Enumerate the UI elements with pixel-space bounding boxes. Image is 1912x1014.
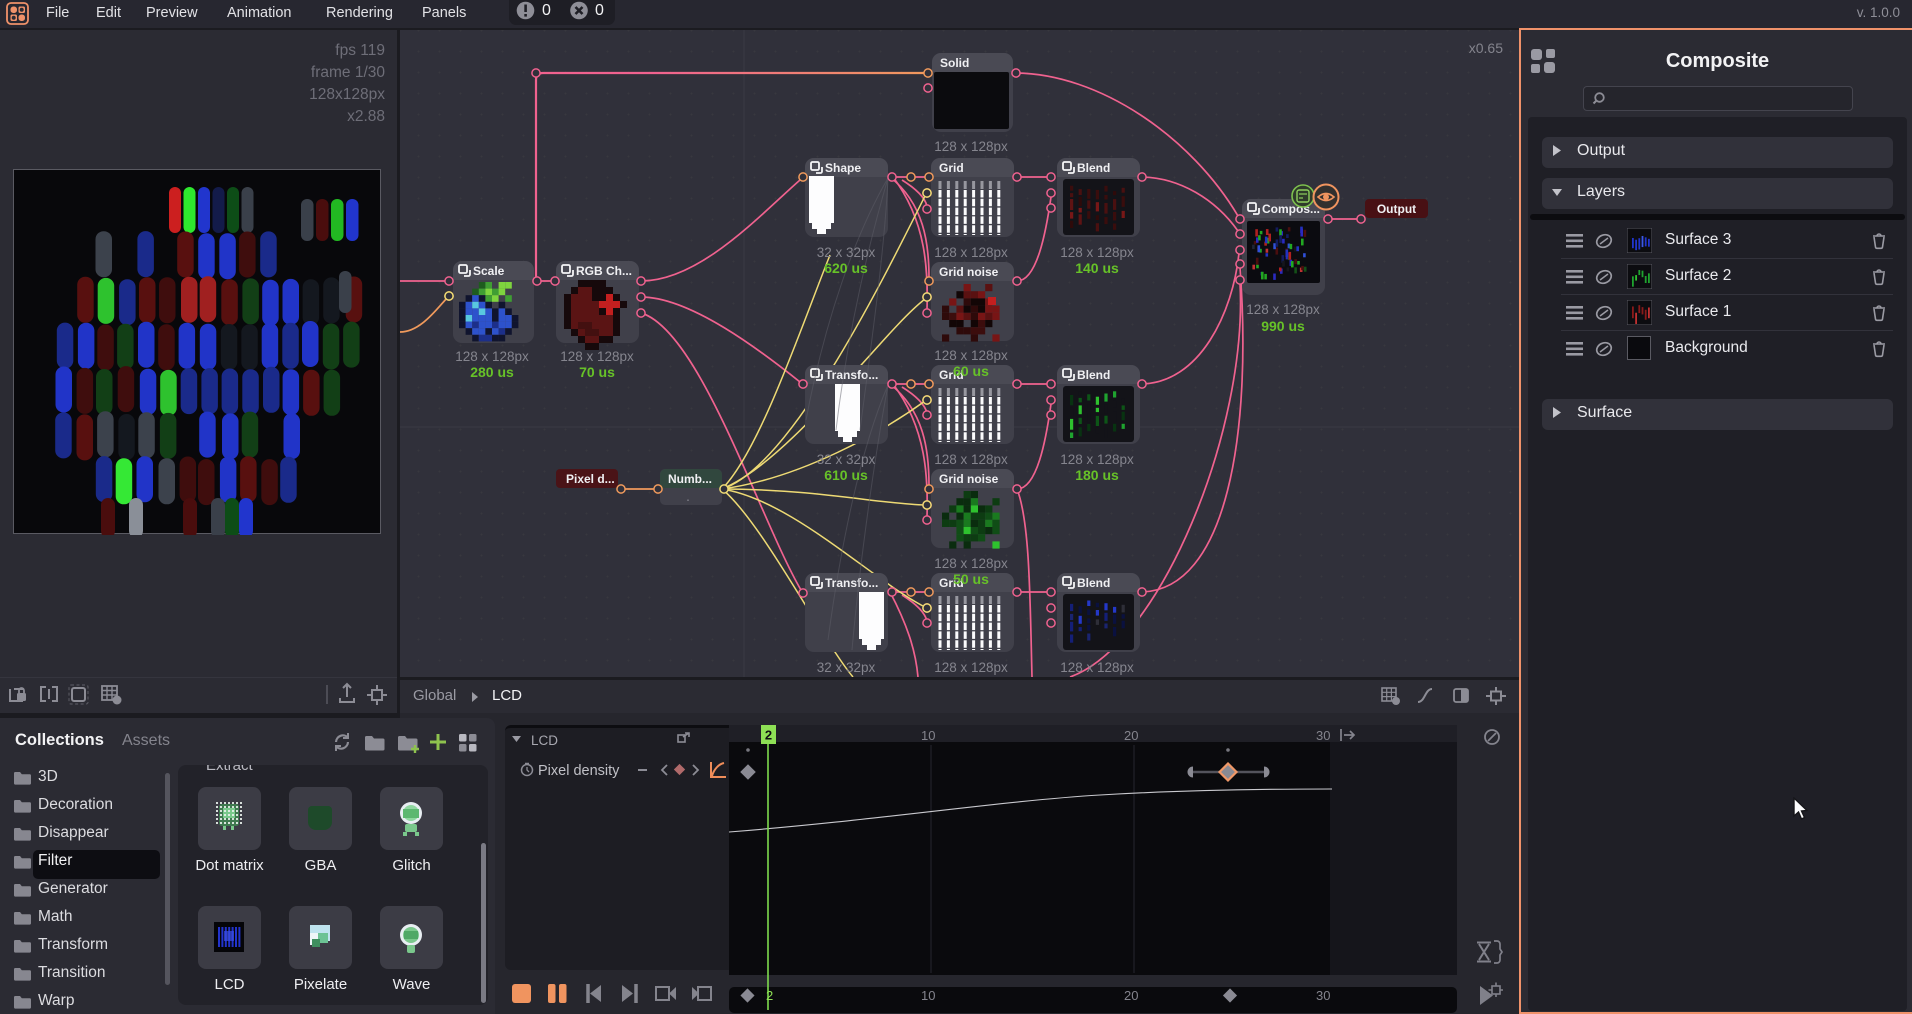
svg-text:128 x 128px: 128 x 128px	[934, 348, 1008, 363]
svg-text:Pixel d...: Pixel d...	[566, 472, 615, 486]
svg-text:128 x 128px: 128 x 128px	[1060, 452, 1134, 467]
svg-text:32 x 32px: 32 x 32px	[817, 452, 876, 467]
svg-text:128 x 128px: 128 x 128px	[934, 452, 1008, 467]
svg-text:128 x 128px: 128 x 128px	[1060, 660, 1134, 675]
svg-text:Blend: Blend	[1077, 161, 1110, 175]
svg-text:Blend: Blend	[1077, 576, 1110, 590]
svg-text:32 x 32px: 32 x 32px	[817, 245, 876, 260]
svg-text:Scale: Scale	[473, 264, 505, 278]
svg-text:Transfo...: Transfo...	[825, 576, 878, 590]
svg-text:50 us: 50 us	[953, 571, 989, 587]
svg-text:2: 2	[765, 728, 772, 743]
svg-text:.: .	[686, 489, 690, 504]
svg-text:128 x 128px: 128 x 128px	[934, 556, 1008, 571]
svg-text:128 x 128px: 128 x 128px	[560, 349, 634, 364]
svg-text:60 us: 60 us	[953, 363, 989, 379]
svg-text:Blend: Blend	[1077, 368, 1110, 382]
svg-text:140 us: 140 us	[1075, 260, 1119, 276]
svg-text:620 us: 620 us	[824, 260, 868, 276]
svg-text:Output: Output	[1377, 202, 1416, 216]
svg-text:128 x 128px: 128 x 128px	[455, 349, 529, 364]
svg-text:128 x 128px: 128 x 128px	[1246, 302, 1320, 317]
svg-text:Solid: Solid	[940, 56, 969, 70]
svg-text:32 x 32px: 32 x 32px	[817, 660, 876, 675]
svg-text:Numb...: Numb...	[668, 472, 712, 486]
svg-text:Grid: Grid	[939, 161, 964, 175]
svg-text:128 x 128px: 128 x 128px	[934, 660, 1008, 675]
svg-text:Shape: Shape	[825, 161, 861, 175]
svg-text:2: 2	[766, 988, 773, 1003]
svg-text:70 us: 70 us	[579, 364, 615, 380]
svg-text:128 x 128px: 128 x 128px	[934, 245, 1008, 260]
svg-text:990 us: 990 us	[1261, 318, 1305, 334]
svg-text:RGB Ch...: RGB Ch...	[576, 264, 632, 278]
svg-text:128 x 128px: 128 x 128px	[1060, 245, 1134, 260]
svg-text:610 us: 610 us	[824, 467, 868, 483]
svg-text:Grid noise: Grid noise	[939, 265, 999, 279]
svg-text:180 us: 180 us	[1075, 467, 1119, 483]
svg-text:128 x 128px: 128 x 128px	[934, 139, 1008, 154]
svg-text:Grid noise: Grid noise	[939, 472, 999, 486]
svg-text:280 us: 280 us	[470, 364, 514, 380]
svg-text:Transfo...: Transfo...	[825, 368, 878, 382]
